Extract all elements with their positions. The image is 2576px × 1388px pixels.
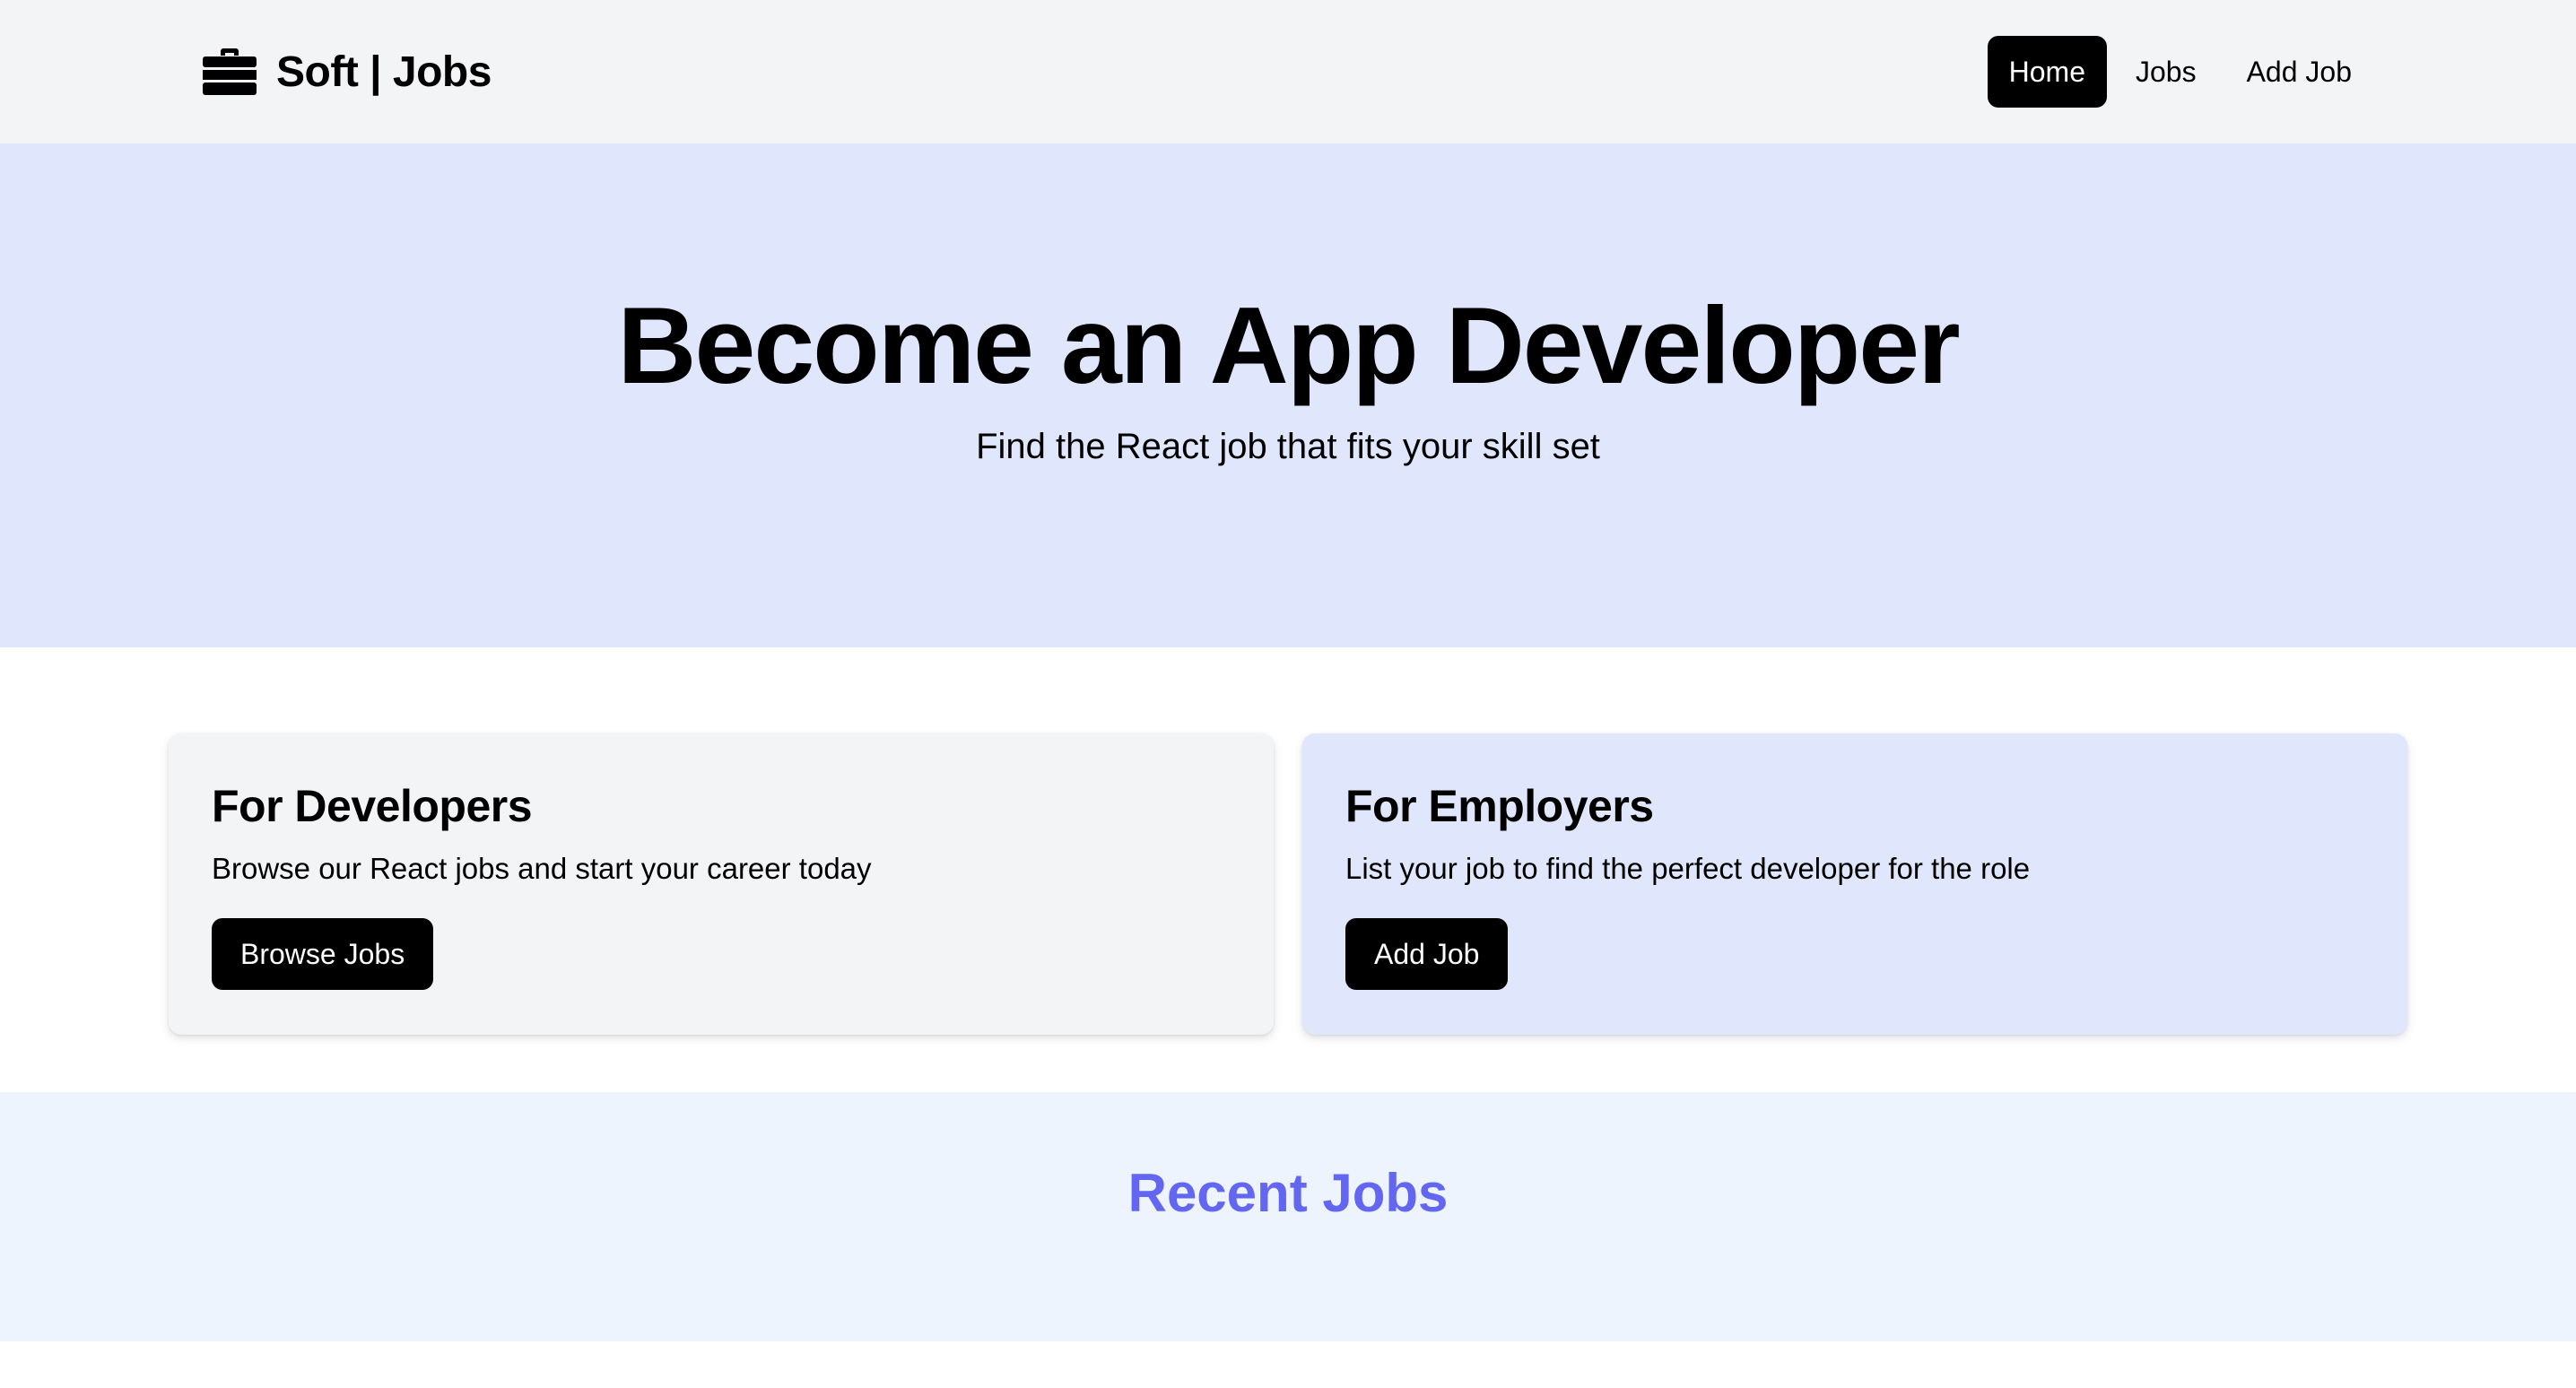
brand-name: Soft | Jobs	[276, 48, 492, 96]
briefcase-icon	[203, 48, 257, 95]
hero-title: Become an App Developer	[617, 284, 1960, 406]
employers-card-text: List your job to find the perfect develo…	[1345, 852, 2031, 885]
nav-link-jobs[interactable]: Jobs	[2114, 36, 2218, 108]
recent-jobs-title: Recent Jobs	[1127, 1163, 1449, 1223]
browse-jobs-button[interactable]: Browse Jobs	[212, 918, 434, 990]
hero-section: Become an App Developer Find the React j…	[0, 143, 2576, 647]
developers-card-text: Browse our React jobs and start your car…	[212, 852, 872, 885]
add-job-button[interactable]: Add Job	[1345, 918, 1509, 990]
brand-logo-link[interactable]: Soft | Jobs	[203, 45, 492, 99]
navbar: Soft | Jobs Home Jobs Add Job	[0, 0, 2576, 143]
nav-link-add-job[interactable]: Add Job	[2225, 36, 2373, 108]
employers-card-title: For Employers	[1345, 781, 1654, 831]
nav-link-home[interactable]: Home	[1987, 36, 2107, 108]
recent-jobs-section: Recent Jobs	[0, 1092, 2576, 1341]
main-nav: Home Jobs Add Job	[1987, 36, 2373, 108]
developers-card-title: For Developers	[212, 781, 533, 831]
developers-card: For Developers Browse our React jobs and…	[169, 733, 1274, 1035]
hero-subtitle: Find the React job that fits your skill …	[976, 427, 1600, 466]
employers-card: For Employers List your job to find the …	[1302, 733, 2407, 1035]
